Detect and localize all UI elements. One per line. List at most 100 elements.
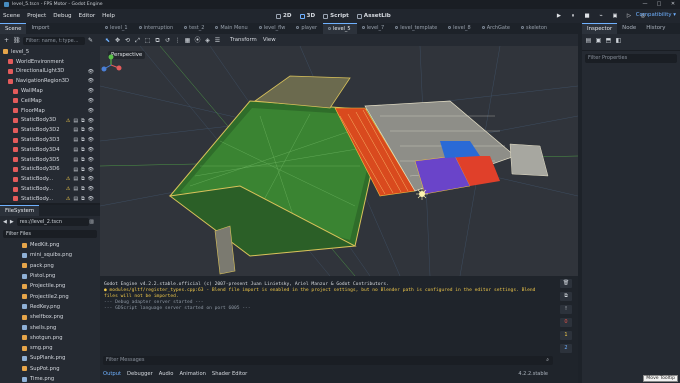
scene-tab[interactable]: level_8 (443, 23, 477, 34)
scene-tree-node[interactable]: StaticBody3D5 ▤ ⧉ 👁 (0, 155, 100, 165)
menu-help[interactable]: Help (102, 13, 115, 19)
split-view-icon[interactable]: ▥ (89, 219, 94, 225)
grid-snap-icon[interactable]: ▦ (184, 37, 191, 44)
selectable-tool-icon[interactable]: ⬚ (144, 37, 151, 44)
remote-debug-button[interactable]: ⌁ (595, 12, 607, 20)
scene-tree-node[interactable]: DirectionalLight3D 👁 (0, 67, 100, 77)
visibility-icon[interactable]: 👁 (88, 78, 94, 84)
link-icon[interactable]: ⛓ (13, 37, 21, 44)
errors-toggle[interactable]: 0 (560, 318, 572, 327)
visibility-icon[interactable]: 👁 (88, 147, 94, 153)
scene-tree-node[interactable]: StaticBody3D2 ▤ ⧉ 👁 (0, 125, 100, 135)
scene-filter-input[interactable]: Filter: name, t:type... (23, 36, 85, 45)
workspace-2d[interactable]: 2D (276, 13, 292, 19)
info-toggle[interactable]: 2 (560, 344, 572, 353)
visibility-icon[interactable]: 👁 (88, 196, 94, 202)
visibility-icon[interactable]: 👁 (88, 157, 94, 163)
scene-tab[interactable]: Main Menu (210, 23, 253, 34)
warnings-toggle[interactable]: 1 (560, 331, 572, 340)
workspace-assetlib[interactable]: AssetLib (356, 13, 391, 19)
bottom-tab-shader-editor[interactable]: Shader Editor (212, 371, 247, 377)
file-item[interactable]: Projectile.png (0, 281, 100, 291)
scene-tab[interactable]: skeleton (516, 23, 553, 34)
filter-properties-input[interactable]: Filter Properties (585, 54, 677, 63)
scene-tree-node[interactable]: StaticBody3D4 ▤ ⧉ 👁 (0, 145, 100, 155)
file-item[interactable]: shotgun.png (0, 333, 100, 343)
file-item[interactable]: MedKit.png (0, 240, 100, 250)
scene-tab[interactable]: player (291, 23, 323, 34)
visibility-icon[interactable]: 👁 (88, 108, 94, 114)
visibility-icon[interactable]: 👁 (88, 69, 94, 75)
visibility-icon[interactable]: 👁 (88, 118, 94, 124)
scene-tree-node[interactable]: level_5 (0, 47, 100, 57)
bottom-tab-debugger[interactable]: Debugger (127, 371, 153, 377)
add-node-icon[interactable]: + (3, 37, 10, 44)
scene-tab[interactable]: test_2 (179, 23, 210, 34)
scene-tree-node[interactable]: StaticBody... ⚠ ▤ ⧉ 👁 (0, 184, 100, 194)
back-arrow-icon[interactable]: ◀ (3, 219, 7, 225)
scene-tab[interactable]: level_7 (357, 23, 391, 34)
file-item[interactable]: shells.png (0, 322, 100, 332)
camera-icon[interactable]: ◈ (204, 37, 211, 44)
tab-filesystem[interactable]: FileSystem (0, 205, 40, 216)
menu-editor[interactable]: Editor (79, 13, 96, 19)
workspace-script[interactable]: Script (323, 13, 349, 19)
visibility-icon[interactable]: 👁 (88, 176, 94, 182)
tab-import[interactable]: Import (26, 23, 54, 34)
scene-tab[interactable]: level_1 (100, 23, 134, 34)
file-item[interactable]: SupPot.png (0, 364, 100, 374)
maximize-button[interactable]: □ (652, 0, 666, 9)
scene-tab[interactable]: ArchGate (477, 23, 516, 34)
3d-viewport[interactable]: Perspective (100, 46, 578, 276)
scene-tree-node[interactable]: StaticBody3D3 ▤ ⧉ 👁 (0, 135, 100, 145)
file-item[interactable]: smg.png (0, 343, 100, 353)
file-item[interactable]: RedKey.png (0, 302, 100, 312)
viewport-menu-view[interactable]: View (263, 37, 276, 43)
visibility-icon[interactable]: 👁 (88, 98, 94, 104)
play-project-button[interactable]: ▶ (553, 12, 565, 20)
clear-log-button[interactable]: 🗑 (560, 279, 572, 288)
pause-button[interactable]: ⏸ (567, 12, 579, 20)
help-icon[interactable]: ◧ (615, 37, 622, 44)
file-item[interactable]: Projectile2.png (0, 291, 100, 301)
scene-tab[interactable]: interruption (134, 23, 180, 34)
visibility-icon[interactable]: 👁 (88, 186, 94, 192)
workspace-3d[interactable]: 3D (299, 13, 315, 19)
tab-inspector[interactable]: Inspector (582, 23, 618, 34)
scene-tab[interactable]: level_template (390, 23, 443, 34)
scene-tab[interactable]: level_flw (254, 23, 292, 34)
filter-messages-input[interactable]: Filter Messages ⌕ (103, 356, 553, 365)
menu-project[interactable]: Project (27, 13, 46, 19)
file-item[interactable]: mini_squibs.png (0, 250, 100, 260)
viewport-menu-transform[interactable]: Transform (230, 37, 257, 43)
file-item[interactable]: pack.png (0, 261, 100, 271)
file-item[interactable]: SupPlank.png (0, 353, 100, 363)
scale-tool-icon[interactable]: ⤢ (134, 37, 141, 44)
forward-arrow-icon[interactable]: ▶ (10, 219, 14, 225)
view-gizmo-icon[interactable] (100, 54, 122, 76)
minimize-button[interactable]: — (638, 0, 652, 9)
save-resource-icon[interactable]: ⬒ (605, 37, 612, 44)
scene-tree-node[interactable]: StaticBody3D ⚠ ▤ ⧉ 👁 (0, 116, 100, 126)
filter-files-input[interactable]: Filter Files (3, 230, 97, 238)
new-resource-icon[interactable]: ▤ (585, 37, 592, 44)
visibility-icon[interactable]: 👁 (88, 167, 94, 173)
tab-node[interactable]: Node (617, 23, 641, 34)
scene-tree-node[interactable]: WorldEnvironment (0, 57, 100, 67)
copy-log-button[interactable]: ⧉ (560, 292, 572, 301)
scene-tab[interactable]: level_5 (323, 23, 357, 34)
menu-scene[interactable]: Scene (3, 13, 20, 19)
visibility-icon[interactable]: 👁 (88, 137, 94, 143)
file-item[interactable]: Time.png (0, 374, 100, 383)
scene-tree-node[interactable]: FloorMap 👁 (0, 106, 100, 116)
file-item[interactable]: shelfbox.png (0, 312, 100, 322)
rotate-tool-icon[interactable]: ⟲ (124, 37, 131, 44)
tab-scene[interactable]: Scene (0, 23, 27, 34)
scene-tree-node[interactable]: CeilMap 👁 (0, 96, 100, 106)
more-icon[interactable]: ⋮ (174, 37, 181, 44)
bottom-tab-output[interactable]: Output (103, 371, 121, 377)
play-scene-button[interactable]: ▷ (623, 12, 635, 20)
scene-tree-node[interactable]: StaticBody... ⚠ ▤ ⧉ 👁 (0, 174, 100, 184)
group-icon[interactable]: ↺ (164, 37, 171, 44)
visibility-icon[interactable]: 👁 (88, 88, 94, 94)
